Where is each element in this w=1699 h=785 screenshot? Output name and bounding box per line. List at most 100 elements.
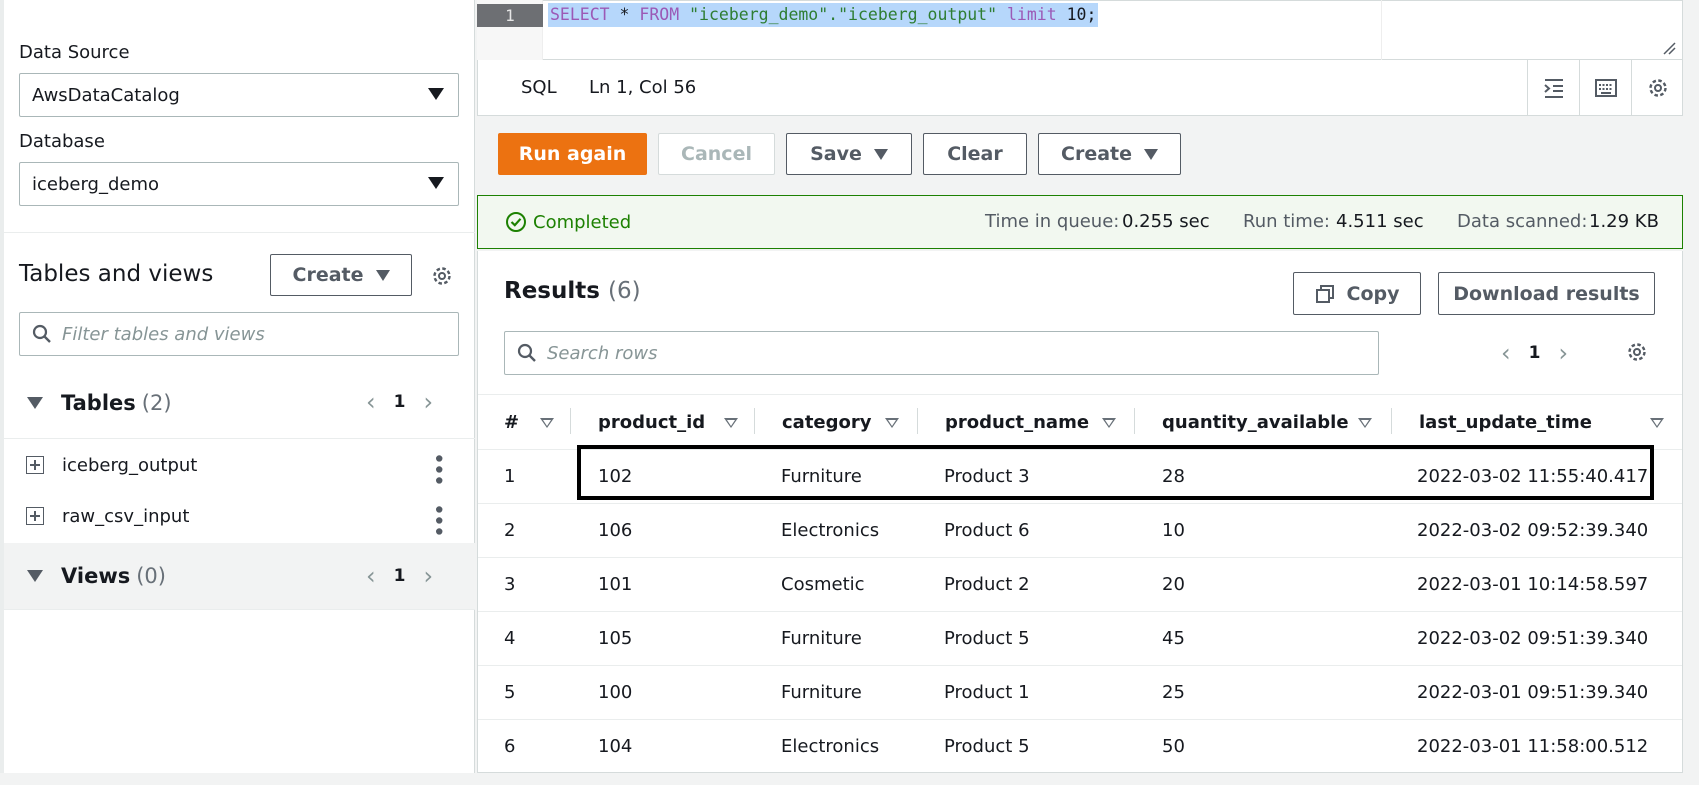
- cell-product-name: Product 1: [944, 682, 1030, 703]
- column-header-last-update[interactable]: last_update_time: [1419, 395, 1664, 449]
- create-table-button[interactable]: Create: [270, 254, 412, 296]
- sort-icon[interactable]: [885, 418, 899, 428]
- chevron-right-icon[interactable]: ›: [1558, 339, 1568, 367]
- cell-product-id: 100: [598, 682, 633, 703]
- table-row[interactable]: 3 101 Cosmetic Product 2 20 2022-03-01 1…: [478, 557, 1682, 611]
- results-page-number[interactable]: 1: [1529, 343, 1541, 363]
- cell-index: 4: [504, 628, 516, 649]
- chevron-left-icon[interactable]: ‹: [366, 388, 376, 416]
- sql-keyword: limit: [1007, 5, 1057, 24]
- query-status-banner: Completed Time in queue: 0.255 sec Run t…: [477, 195, 1683, 249]
- create-button[interactable]: Create: [1038, 133, 1181, 175]
- queue-time-label: Time in queue:: [985, 211, 1120, 232]
- line-number: 1: [477, 4, 543, 27]
- column-header-label: product_id: [598, 411, 706, 433]
- sort-icon[interactable]: [1102, 418, 1116, 428]
- sort-icon[interactable]: [1650, 418, 1664, 428]
- cell-quantity: 20: [1162, 574, 1185, 595]
- gear-icon[interactable]: [430, 264, 454, 292]
- run-again-button[interactable]: Run again: [498, 133, 647, 175]
- tables-pager: ‹ 1 ›: [366, 388, 433, 416]
- column-divider: [570, 408, 571, 434]
- more-options-icon[interactable]: •••: [425, 503, 450, 536]
- sql-keyword: SELECT: [550, 5, 610, 24]
- sort-icon[interactable]: [540, 418, 554, 428]
- cell-product-id: 105: [598, 628, 633, 649]
- column-divider: [1134, 408, 1135, 434]
- cell-last-update: 2022-03-01 09:51:39.340: [1417, 682, 1649, 703]
- tables-views-title: Tables and views: [19, 261, 214, 287]
- column-header-category[interactable]: category: [782, 395, 899, 449]
- create-label: Create: [1061, 143, 1132, 165]
- resize-handle-icon[interactable]: [1662, 40, 1676, 59]
- cell-product-name: Product 5: [944, 736, 1030, 757]
- caret-down-icon: [27, 397, 43, 409]
- table-item[interactable]: iceberg_output •••: [4, 440, 474, 490]
- chevron-right-icon[interactable]: ›: [423, 562, 433, 590]
- column-divider: [1391, 408, 1392, 434]
- check-circle-icon: [506, 212, 526, 232]
- download-results-button[interactable]: Download results: [1438, 272, 1655, 315]
- status-text: Completed: [533, 211, 632, 233]
- caret-down-icon: [428, 88, 444, 100]
- search-rows-input[interactable]: Search rows: [504, 331, 1379, 375]
- views-section-toggle[interactable]: Views (0): [19, 546, 166, 606]
- caret-down-icon: [375, 269, 390, 281]
- cancel-button[interactable]: Cancel: [658, 133, 775, 175]
- results-settings-icon[interactable]: [1625, 340, 1649, 368]
- tables-section-toggle[interactable]: Tables (2): [19, 373, 172, 433]
- views-page-number[interactable]: 1: [394, 566, 406, 586]
- database-select[interactable]: iceberg_demo: [19, 162, 459, 206]
- table-row[interactable]: 2 106 Electronics Product 6 10 2022-03-0…: [478, 503, 1682, 557]
- chevron-right-icon[interactable]: ›: [423, 388, 433, 416]
- copy-button[interactable]: Copy: [1293, 272, 1421, 315]
- results-count: (6): [607, 278, 641, 304]
- filter-tables-input[interactable]: Filter tables and views: [19, 312, 459, 356]
- gear-icon: [1648, 79, 1667, 97]
- format-query-button[interactable]: [1527, 60, 1579, 116]
- data-source-select[interactable]: AwsDataCatalog: [19, 73, 459, 117]
- column-header-product-id[interactable]: product_id: [598, 395, 738, 449]
- chevron-left-icon[interactable]: ‹: [366, 562, 376, 590]
- views-count: (0): [136, 564, 166, 588]
- column-header-label: product_name: [945, 411, 1090, 433]
- data-source-value: AwsDataCatalog: [32, 84, 180, 106]
- save-button[interactable]: Save: [786, 133, 912, 175]
- cell-last-update: 2022-03-02 09:52:39.340: [1417, 520, 1649, 541]
- table-row[interactable]: 4 105 Furniture Product 5 45 2022-03-02 …: [478, 611, 1682, 665]
- data-source-label: Data Source: [19, 42, 130, 63]
- clear-button[interactable]: Clear: [923, 133, 1027, 175]
- editor-settings-button[interactable]: [1631, 60, 1683, 116]
- cell-quantity: 25: [1162, 682, 1185, 703]
- keyboard-shortcuts-button[interactable]: [1579, 60, 1631, 116]
- views-label: Views: [61, 564, 131, 588]
- table-row[interactable]: 5 100 Furniture Product 1 25 2022-03-01 …: [478, 665, 1682, 719]
- query-text[interactable]: SELECT * FROM "iceberg_demo"."iceberg_ou…: [548, 3, 1099, 27]
- table-row[interactable]: 6 104 Electronics Product 5 50 2022-03-0…: [478, 719, 1682, 773]
- column-header-label: category: [782, 411, 872, 433]
- more-options-icon[interactable]: •••: [425, 452, 450, 485]
- expand-icon[interactable]: [26, 456, 44, 474]
- table-item[interactable]: raw_csv_input •••: [4, 491, 474, 541]
- tables-page-number[interactable]: 1: [394, 392, 406, 412]
- caret-down-icon: [27, 570, 43, 582]
- cell-category: Electronics: [781, 736, 880, 757]
- sort-icon[interactable]: [724, 418, 738, 428]
- search-icon: [517, 343, 536, 362]
- cursor-position: Ln 1, Col 56: [589, 77, 697, 98]
- sql-text: *: [609, 5, 640, 24]
- chevron-left-icon[interactable]: ‹: [1501, 339, 1511, 367]
- expand-icon[interactable]: [26, 507, 44, 525]
- cell-index: 6: [504, 736, 516, 757]
- run-time-label: Run time:: [1243, 211, 1330, 232]
- language-label: SQL: [521, 77, 557, 98]
- column-header-product-name[interactable]: product_name: [945, 395, 1116, 449]
- create-label: Create: [292, 264, 364, 286]
- cell-last-update: 2022-03-02 09:51:39.340: [1417, 628, 1649, 649]
- sort-icon[interactable]: [1358, 418, 1372, 428]
- keyboard-icon: [1594, 79, 1617, 97]
- column-header-index[interactable]: #: [504, 395, 554, 449]
- results-title: Results (6): [504, 278, 641, 304]
- database-label: Database: [19, 131, 105, 152]
- column-header-quantity[interactable]: quantity_available: [1162, 395, 1372, 449]
